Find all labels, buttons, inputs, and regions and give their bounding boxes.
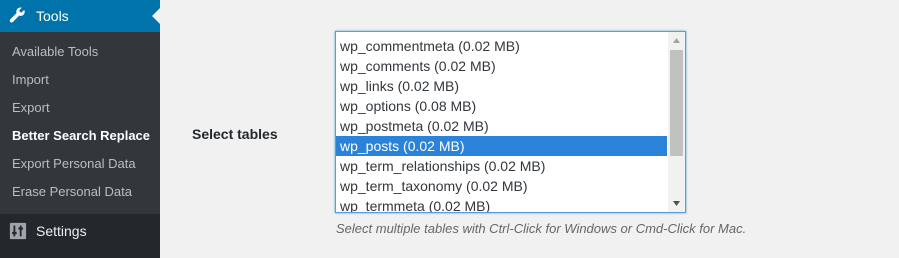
scroll-up-arrow-icon[interactable] [668,32,685,49]
select-tables-label: Select tables [192,126,278,142]
submenu-item-import[interactable]: Import [0,66,160,94]
submenu-item-available-tools[interactable]: Available Tools [0,38,160,66]
table-option[interactable]: wp_term_taxonomy (0.02 MB) [336,176,667,196]
submenu-item-export[interactable]: Export [0,94,160,122]
menu-tools-label: Tools [36,8,69,24]
submenu-item-erase-personal-data[interactable]: Erase Personal Data [0,178,160,206]
tables-options: wp_commentmeta (0.02 MB) wp_comments (0.… [336,36,667,212]
wrench-icon [8,6,28,26]
select-tables-help-text: Select multiple tables with Ctrl-Click f… [336,221,747,236]
table-option[interactable]: wp_comments (0.02 MB) [336,56,667,76]
scrollbar-thumb[interactable] [670,50,683,156]
menu-tools[interactable]: Tools [0,0,160,32]
scroll-down-arrow-icon[interactable] [668,195,685,212]
table-option[interactable]: wp_options (0.08 MB) [336,96,667,116]
table-option[interactable]: wp_term_relationships (0.02 MB) [336,156,667,176]
table-option-selected[interactable]: wp_posts (0.02 MB) [336,136,667,156]
table-option[interactable]: wp_commentmeta (0.02 MB) [336,36,667,56]
submenu-item-export-personal-data[interactable]: Export Personal Data [0,150,160,178]
listbox-scrollbar[interactable] [668,32,685,212]
menu-settings-label: Settings [36,223,87,239]
menu-settings[interactable]: Settings [0,214,160,248]
tools-submenu: Available Tools Import Export Better Sea… [0,32,160,214]
table-option[interactable]: wp_termmeta (0.02 MB) [336,196,667,212]
table-option[interactable]: wp_links (0.02 MB) [336,76,667,96]
current-menu-arrow [152,8,160,24]
tables-multiselect[interactable]: wp_commentmeta (0.02 MB) wp_comments (0.… [335,31,686,213]
submenu-item-better-search-replace[interactable]: Better Search Replace [0,122,160,150]
table-option[interactable]: wp_postmeta (0.02 MB) [336,116,667,136]
settings-icon [8,221,28,241]
admin-sidebar: Tools Available Tools Import Export Bett… [0,0,160,258]
